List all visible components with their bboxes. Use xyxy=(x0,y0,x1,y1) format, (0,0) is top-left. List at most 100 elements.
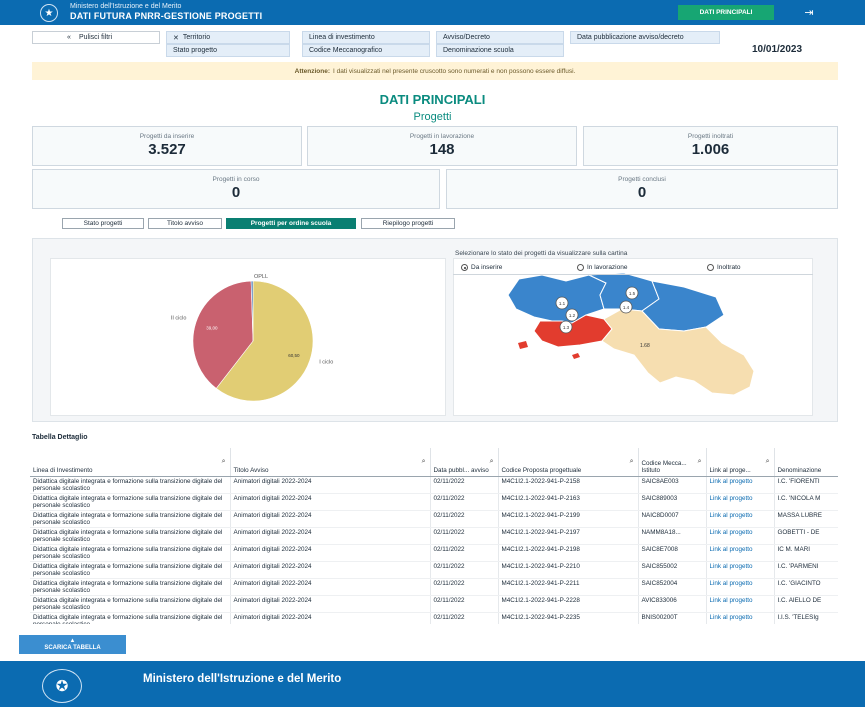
table-row: Didattica digitale integrata e formazion… xyxy=(30,612,838,624)
pie-label: I ciclo xyxy=(319,360,333,366)
tab-titolo-avviso[interactable]: Titolo avviso xyxy=(148,218,222,229)
table-cell: Didattica digitale integrata e formazion… xyxy=(30,561,231,579)
pie-chart-box: I ciclo 60,50 II ciclo 39,00 OPLL xyxy=(50,258,446,416)
project-link[interactable]: Link al progetto xyxy=(710,580,753,587)
table-cell: Animatori digitali 2022-2024 xyxy=(230,612,431,624)
kpi-da-inserire: Progetti da inserire 3.527 xyxy=(32,126,302,166)
table-cell: Animatori digitali 2022-2024 xyxy=(230,476,431,494)
pie-value-label: 60,50 xyxy=(288,353,300,358)
map-pin-napoli[interactable]: 1.2 xyxy=(565,308,579,322)
filter-linea-investimento[interactable]: Linea di investimento xyxy=(302,31,430,44)
ministry-line: Ministero dell'Istruzione e del Merito xyxy=(70,3,182,10)
table-row: Didattica digitale integrata e formazion… xyxy=(30,476,838,494)
filter-stato-progetto[interactable]: Stato progetto xyxy=(166,44,290,57)
double-chevron-left-icon: « xyxy=(67,34,71,41)
table-cell: I.C. 'GIACINTO xyxy=(774,578,838,596)
campania-map[interactable]: 1.1 1.5 1.4 1.2 1.3 1.68 xyxy=(454,259,814,417)
map-pin-caserta[interactable]: 1.1 xyxy=(555,296,569,310)
section-subtitle: Progetti xyxy=(413,111,452,123)
filter-denominazione-scuola[interactable]: Denominazione scuola xyxy=(436,44,564,57)
column-header[interactable]: Codice Proposta progettuale ⌕ xyxy=(498,448,639,477)
project-link[interactable]: Link al progetto xyxy=(710,495,753,502)
dati-principali-button[interactable]: DATI PRINCIPALI xyxy=(678,5,774,20)
table-cell: Didattica digitale integrata e formazion… xyxy=(30,578,231,596)
column-search-icon[interactable]: ⌕ xyxy=(422,458,426,466)
table-cell: NAIC8D0007 xyxy=(638,510,707,528)
column-header[interactable]: Denominazione xyxy=(774,448,838,477)
map-caption: Selezionare lo stato dei progetti da vis… xyxy=(455,250,628,257)
table-cell: 02/11/2022 xyxy=(430,510,499,528)
table-cell: SAIC852004 xyxy=(638,578,707,596)
column-header[interactable]: Linea di Investimento ⌕ xyxy=(30,448,231,477)
table-row: Didattica digitale integrata e formazion… xyxy=(30,510,838,528)
project-link[interactable]: Link al progetto xyxy=(710,529,753,536)
column-search-icon[interactable]: ⌕ xyxy=(698,458,702,466)
table-cell: Didattica digitale integrata e formazion… xyxy=(30,510,231,528)
table-cell: 02/11/2022 xyxy=(430,493,499,511)
column-header[interactable]: Link al proge... ⌕ xyxy=(706,448,775,477)
table-cell: 02/11/2022 xyxy=(430,476,499,494)
table-cell: I.C. 'PARMENI xyxy=(774,561,838,579)
column-header[interactable]: Titolo Avviso ⌕ xyxy=(230,448,431,477)
project-link[interactable]: Link al progetto xyxy=(710,563,753,570)
download-table-button[interactable]: ▲ SCARICA TABELLA xyxy=(19,635,126,654)
table-cell: SAIC8AE003 xyxy=(638,476,707,494)
table-cell: Animatori digitali 2022-2024 xyxy=(230,493,431,511)
svg-text:1.2: 1.2 xyxy=(569,313,576,318)
table-cell: M4C1I2.1-2022-941-P-2158 xyxy=(498,476,639,494)
filter-avviso-decreto[interactable]: Avviso/Decreto xyxy=(436,31,564,44)
table-cell: IC M. MARI xyxy=(774,544,838,562)
project-link[interactable]: Link al progetto xyxy=(710,614,753,621)
svg-text:1.4: 1.4 xyxy=(623,305,630,310)
reset-filters-button[interactable]: « Pulisci filtri xyxy=(32,31,160,44)
logout-icon[interactable]: ⇥ xyxy=(786,5,832,20)
map-island-ischia xyxy=(518,341,528,349)
svg-text:1.5: 1.5 xyxy=(629,291,636,296)
table-cell: 02/11/2022 xyxy=(430,595,499,613)
column-header[interactable]: Codice Mecca... Istituto ⌕ xyxy=(638,448,707,477)
table-cell: 02/11/2022 xyxy=(430,561,499,579)
tab-riepilogo-progetti[interactable]: Riepilogo progetti xyxy=(361,218,455,229)
filter-territorio[interactable]: ✕ Territorio xyxy=(166,31,290,44)
detail-table: Linea di Investimento ⌕ Titolo Avviso ⌕ Data… xyxy=(30,448,838,624)
radio-da-inserire[interactable]: Da inserire xyxy=(461,264,502,271)
table-cell: GOBETTI - DE xyxy=(774,527,838,545)
project-link[interactable]: Link al progetto xyxy=(710,546,753,553)
table-cell: I.C. 'NICOLA M xyxy=(774,493,838,511)
project-link[interactable]: Link al progetto xyxy=(710,478,753,485)
column-search-icon[interactable]: ⌕ xyxy=(490,458,494,466)
tab-progetti-ordine-scuola[interactable]: Progetti per ordine scuola xyxy=(226,218,356,229)
map-pin-salerno[interactable]: 1.3 xyxy=(559,320,573,334)
column-search-icon[interactable]: ⌕ xyxy=(222,458,226,466)
column-header[interactable]: Data pubbl... avviso ⌕ xyxy=(430,448,499,477)
table-cell: M4C1I2.1-2022-941-P-2211 xyxy=(498,578,639,596)
filter-data-pubblicazione[interactable]: Data pubblicazione avviso/decreto xyxy=(570,31,720,44)
table-cell: Didattica digitale integrata e formazion… xyxy=(30,493,231,511)
project-link[interactable]: Link al progetto xyxy=(710,512,753,519)
table-row: Didattica digitale integrata e formazion… xyxy=(30,595,838,613)
svg-text:1.3: 1.3 xyxy=(563,325,570,330)
project-link[interactable]: Link al progetto xyxy=(710,597,753,604)
alert-banner: Attenzione: I dati visualizzati nel pres… xyxy=(32,62,838,80)
footer-ministry-name: Ministero dell'Istruzione e del Merito xyxy=(143,673,342,685)
map-pin-avellino[interactable]: 1.4 xyxy=(619,300,633,314)
tab-stato-progetti[interactable]: Stato progetti xyxy=(62,218,144,229)
column-search-icon[interactable]: ⌕ xyxy=(630,458,634,466)
detail-table-wrapper[interactable]: Linea di Investimento ⌕ Titolo Avviso ⌕ Data… xyxy=(30,448,838,624)
republic-emblem-icon: ✪ xyxy=(42,669,82,703)
map-pin-benevento[interactable]: 1.5 xyxy=(625,286,639,300)
radio-inoltrato[interactable]: Inoltrato xyxy=(707,264,741,271)
table-cell: M4C1I2.1-2022-941-P-2210 xyxy=(498,561,639,579)
pie-value-label: 39,00 xyxy=(206,326,218,331)
svg-text:1.1: 1.1 xyxy=(559,301,566,306)
table-row: Didattica digitale integrata e formazion… xyxy=(30,527,838,545)
table-cell: SAIC8E7008 xyxy=(638,544,707,562)
table-cell: Animatori digitali 2022-2024 xyxy=(230,527,431,545)
map-island-capri xyxy=(572,353,580,359)
map-status-selector: Da inserire In lavorazione Inoltrato xyxy=(453,263,813,275)
filter-codice-meccanografico[interactable]: Codice Meccanografico xyxy=(302,44,430,57)
table-cell: 02/11/2022 xyxy=(430,527,499,545)
map-label-salerno: 1.68 xyxy=(640,343,650,349)
radio-in-lavorazione[interactable]: In lavorazione xyxy=(577,264,627,271)
column-search-icon[interactable]: ⌕ xyxy=(766,458,770,466)
